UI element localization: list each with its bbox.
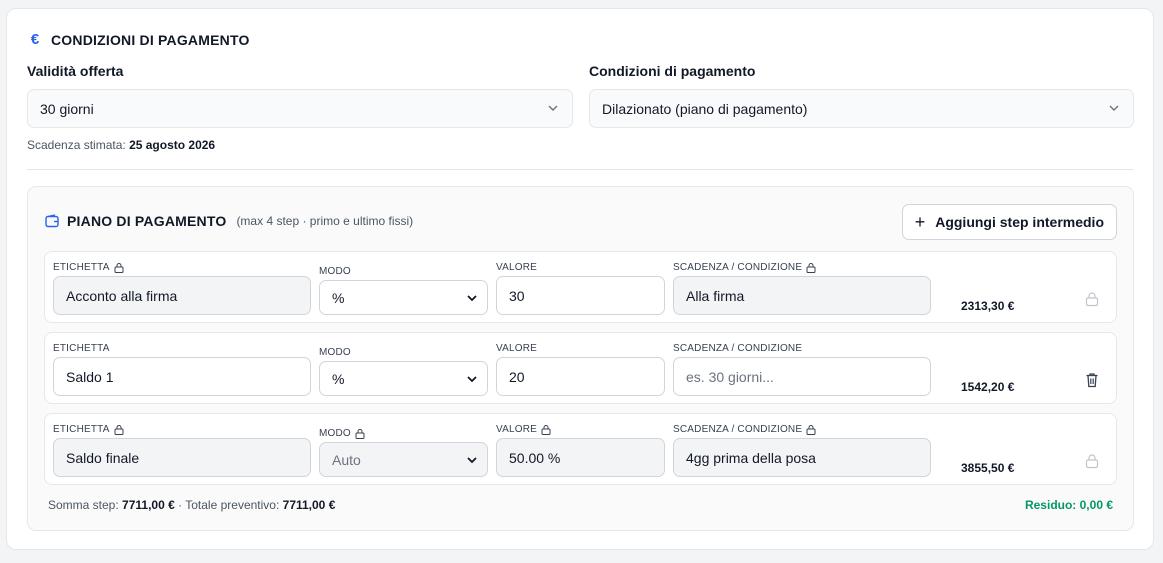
step-amount: 2313,30 € xyxy=(961,299,1015,313)
due-column-label: SCADENZA / CONDIZIONE xyxy=(673,262,816,273)
residual-amount: Residuo: 0,00 € xyxy=(1024,498,1113,512)
label-column-label: ETICHETTA xyxy=(53,343,110,354)
lock-icon xyxy=(355,429,365,439)
section-header: € CONDIZIONI DI PAGAMENTO xyxy=(27,31,250,48)
chevron-down-icon xyxy=(548,105,558,111)
label-column-label: ETICHETTA xyxy=(53,262,124,273)
validity-label: Validità offerta xyxy=(27,63,124,79)
lock-icon xyxy=(1085,454,1099,469)
lock-icon xyxy=(806,425,816,435)
steps-sum: 7711,00 € xyxy=(122,498,175,512)
add-step-label: Aggiungi step intermedio xyxy=(935,214,1104,230)
lock-icon xyxy=(541,425,551,435)
due-column-label: SCADENZA / CONDIZIONE xyxy=(673,343,803,354)
step-amount: 1542,20 € xyxy=(961,380,1015,394)
step-due-field[interactable]: 4gg prima della posa xyxy=(673,438,931,477)
lock-icon xyxy=(114,425,124,435)
plan-summary: Somma step: 7711,00 € · Totale preventiv… xyxy=(48,498,336,512)
expiry-hint: Scadenza stimata: 25 agosto 2026 xyxy=(27,138,215,152)
quote-total: 7711,00 € xyxy=(282,498,336,512)
chevron-down-icon xyxy=(1109,105,1119,111)
plan-header: PIANO DI PAGAMENTO (max 4 step · primo e… xyxy=(45,213,413,229)
step-mode-select[interactable]: % xyxy=(319,361,488,396)
value-column-label: VALORE xyxy=(496,343,538,354)
mode-column-label: MODO xyxy=(319,266,351,277)
plus-icon: + xyxy=(914,212,926,232)
payment-terms-select[interactable]: Dilazionato (piano di pagamento) xyxy=(589,89,1134,128)
chevron-down-icon xyxy=(467,457,477,464)
step-value-field[interactable]: 50.00 % xyxy=(496,438,665,477)
mode-column-label: MODO xyxy=(319,428,365,439)
expiry-prefix: Scadenza stimata: xyxy=(27,138,126,152)
euro-icon: € xyxy=(30,31,40,48)
add-intermediate-step-button[interactable]: + Aggiungi step intermedio xyxy=(901,204,1117,240)
value-column-label: VALORE xyxy=(496,424,551,435)
lock-icon xyxy=(1085,292,1099,307)
lock-icon xyxy=(114,263,124,273)
mode-column-label: MODO xyxy=(319,347,351,358)
payment-step-row: ETICHETTA Saldo 1 MODO % VALORE 20 SCADE… xyxy=(44,332,1117,404)
payment-step-row: ETICHETTA Acconto alla firma MODO % VALO… xyxy=(44,251,1117,323)
trash-icon[interactable] xyxy=(1085,372,1099,388)
step-due-input[interactable]: es. 30 giorni... xyxy=(673,357,931,396)
divider xyxy=(27,169,1134,170)
step-due-field[interactable]: Alla firma xyxy=(673,276,931,315)
payment-plan-panel: PIANO DI PAGAMENTO (max 4 step · primo e… xyxy=(27,186,1134,531)
expiry-date: 25 agosto 2026 xyxy=(129,138,216,152)
plan-subtitle: (max 4 step · primo e ultimo fissi) xyxy=(236,214,414,228)
plan-title: PIANO DI PAGAMENTO xyxy=(67,213,227,229)
due-column-label: SCADENZA / CONDIZIONE xyxy=(673,424,816,435)
label-column-label: ETICHETTA xyxy=(53,424,124,435)
lock-icon xyxy=(806,263,816,273)
step-mode-select[interactable]: % xyxy=(319,280,488,315)
step-value-input[interactable]: 30 xyxy=(496,276,665,315)
chevron-down-icon xyxy=(467,376,477,383)
step-amount: 3855,50 € xyxy=(961,461,1015,475)
section-title: CONDIZIONI DI PAGAMENTO xyxy=(51,31,250,48)
step-label-input[interactable]: Saldo 1 xyxy=(53,357,311,396)
validity-select[interactable]: 30 giorni xyxy=(27,89,573,128)
value-column-label: VALORE xyxy=(496,262,538,273)
step-value-input[interactable]: 20 xyxy=(496,357,665,396)
step-mode-select[interactable]: Auto xyxy=(319,442,488,477)
wallet-icon xyxy=(45,214,59,228)
payment-conditions-card: € CONDIZIONI DI PAGAMENTO Validità offer… xyxy=(6,8,1154,550)
chevron-down-icon xyxy=(467,295,477,302)
terms-label: Condizioni di pagamento xyxy=(589,63,756,79)
step-label-field[interactable]: Saldo finale xyxy=(53,438,311,477)
validity-value: 30 giorni xyxy=(40,100,94,117)
payment-step-row: ETICHETTA Saldo finale MODO Auto VALORE … xyxy=(44,413,1117,485)
step-label-field[interactable]: Acconto alla firma xyxy=(53,276,311,315)
payment-terms-value: Dilazionato (piano di pagamento) xyxy=(602,100,808,117)
